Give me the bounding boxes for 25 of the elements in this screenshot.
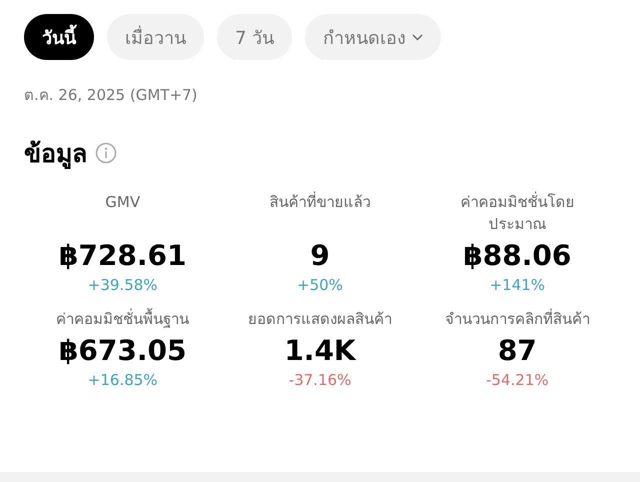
- section-title: ข้อมูล: [24, 138, 87, 171]
- metric-label: สินค้าที่ขายแล้ว: [269, 191, 370, 213]
- date-range-tab[interactable]: วันนี้: [24, 14, 94, 60]
- date-range-tab[interactable]: กำหนดเอง: [305, 14, 442, 60]
- info-icon[interactable]: [95, 142, 117, 164]
- metric-change: -37.16%: [288, 371, 352, 389]
- metric-label: จำนวนการคลิกที่สินค้า: [444, 308, 590, 330]
- metric-change: -54.21%: [486, 371, 549, 389]
- date-range-tab[interactable]: เมื่อวาน: [107, 14, 204, 60]
- metric-change: +50%: [297, 276, 343, 294]
- metric-label: ค่าคอมมิชชั่นโดย ประมาณ: [460, 191, 574, 235]
- date-label: ต.ค. 26, 2025 (GMT+7): [24, 85, 198, 106]
- metric-change: +39.58%: [88, 276, 158, 294]
- metric-label: ค่าคอมมิชชั่นพื้นฐาน: [56, 308, 190, 330]
- metric-label: GMV: [105, 192, 140, 213]
- metric-change: +141%: [490, 276, 546, 294]
- metric-value: 9: [310, 239, 330, 272]
- metric-change: +16.85%: [88, 371, 158, 389]
- metric-value: ฿728.61: [58, 239, 186, 272]
- metric-value: ฿88.06: [463, 239, 572, 272]
- metric-value: 1.4K: [284, 334, 356, 367]
- date-range-tab[interactable]: 7 วัน: [217, 14, 292, 60]
- metric-label: ยอดการแสดงผลสินค้า: [248, 309, 392, 330]
- metric-value: ฿673.05: [58, 334, 186, 367]
- metric-value: 87: [498, 334, 537, 367]
